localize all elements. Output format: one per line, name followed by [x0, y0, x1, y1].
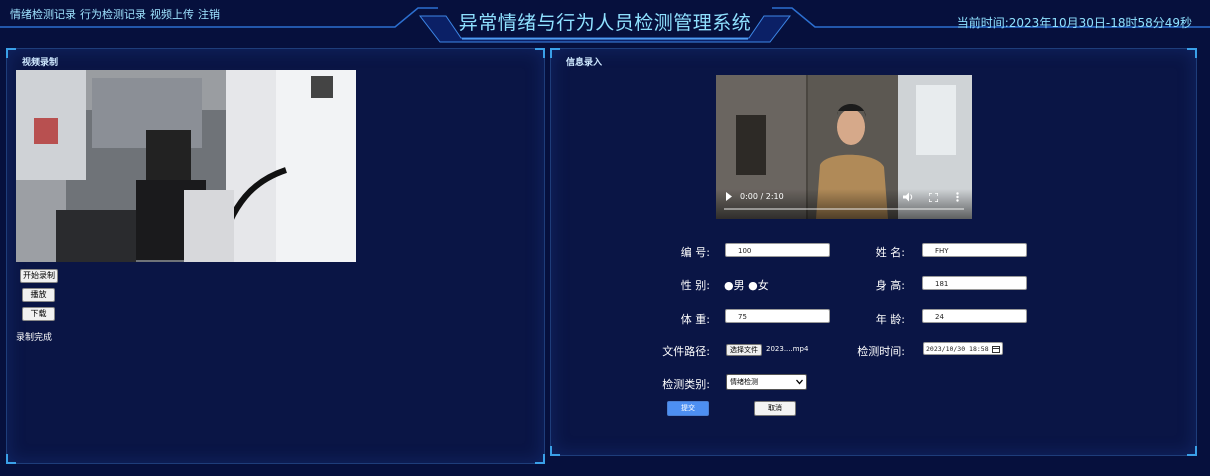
- id-label: 编 号:: [680, 246, 710, 259]
- choose-file-button[interactable]: 选择文件: [726, 344, 762, 356]
- detect-type-select[interactable]: 情绪检测: [726, 374, 807, 390]
- play-button[interactable]: 播放: [22, 288, 55, 302]
- video-time: 0:00 / 2:10: [740, 192, 784, 201]
- cancel-button[interactable]: 取消: [754, 401, 796, 416]
- record-status: 录制完成: [16, 333, 53, 343]
- gender-female-label: 女: [757, 279, 769, 292]
- age-label: 年 龄:: [875, 313, 905, 326]
- detect-time-value: 2023/10/30 18:58: [926, 345, 989, 353]
- gender-radio-group: ●男 ●女: [724, 277, 769, 293]
- clock-label: 当前时间:: [956, 16, 1009, 30]
- fullscreen-icon[interactable]: [929, 193, 938, 202]
- gender-female-radio[interactable]: ●女: [748, 279, 769, 292]
- gender-label: 性 别:: [680, 279, 710, 292]
- age-input[interactable]: 24: [922, 309, 1027, 323]
- more-options-icon[interactable]: [956, 192, 959, 202]
- chevron-down-icon: [796, 379, 803, 385]
- name-input[interactable]: FHY: [922, 243, 1027, 257]
- download-button[interactable]: 下载: [22, 307, 55, 321]
- calendar-icon[interactable]: [992, 345, 1000, 353]
- clock: 当前时间:2023年10月30日-18时58分49秒: [957, 14, 1192, 31]
- video-progress-bar[interactable]: [724, 208, 964, 210]
- height-input[interactable]: 181: [922, 276, 1027, 290]
- detect-type-value: 情绪检测: [730, 378, 758, 386]
- weight-label: 体 重:: [680, 313, 710, 326]
- video-controls: 0:00 / 2:10: [716, 189, 972, 219]
- detect-time-label: 检测时间:: [857, 345, 905, 358]
- detect-time-input[interactable]: 2023/10/30 18:58: [923, 342, 1003, 355]
- play-icon[interactable]: [725, 192, 733, 201]
- gender-male-radio[interactable]: ●男: [724, 279, 745, 292]
- height-label: 身 高:: [875, 279, 905, 292]
- camera-feed: [16, 70, 356, 262]
- weight-input[interactable]: 75: [725, 309, 830, 323]
- file-name: 2023....mp4: [766, 345, 809, 353]
- panel-title: 视频录制: [22, 58, 59, 68]
- submit-button[interactable]: 提交: [667, 401, 709, 416]
- detect-type-label: 检测类别:: [662, 378, 710, 391]
- clock-value: 2023年10月30日-18时58分49秒: [1008, 16, 1192, 30]
- volume-icon[interactable]: [903, 192, 914, 202]
- file-path-label: 文件路径:: [662, 345, 710, 358]
- start-record-button[interactable]: 开始录制: [20, 269, 58, 283]
- panel-title: 信息录入: [566, 58, 603, 68]
- id-input[interactable]: 100: [725, 243, 830, 257]
- name-label: 姓 名:: [875, 246, 905, 259]
- video-player[interactable]: 0:00 / 2:10: [716, 75, 972, 219]
- gender-male-label: 男: [733, 279, 745, 292]
